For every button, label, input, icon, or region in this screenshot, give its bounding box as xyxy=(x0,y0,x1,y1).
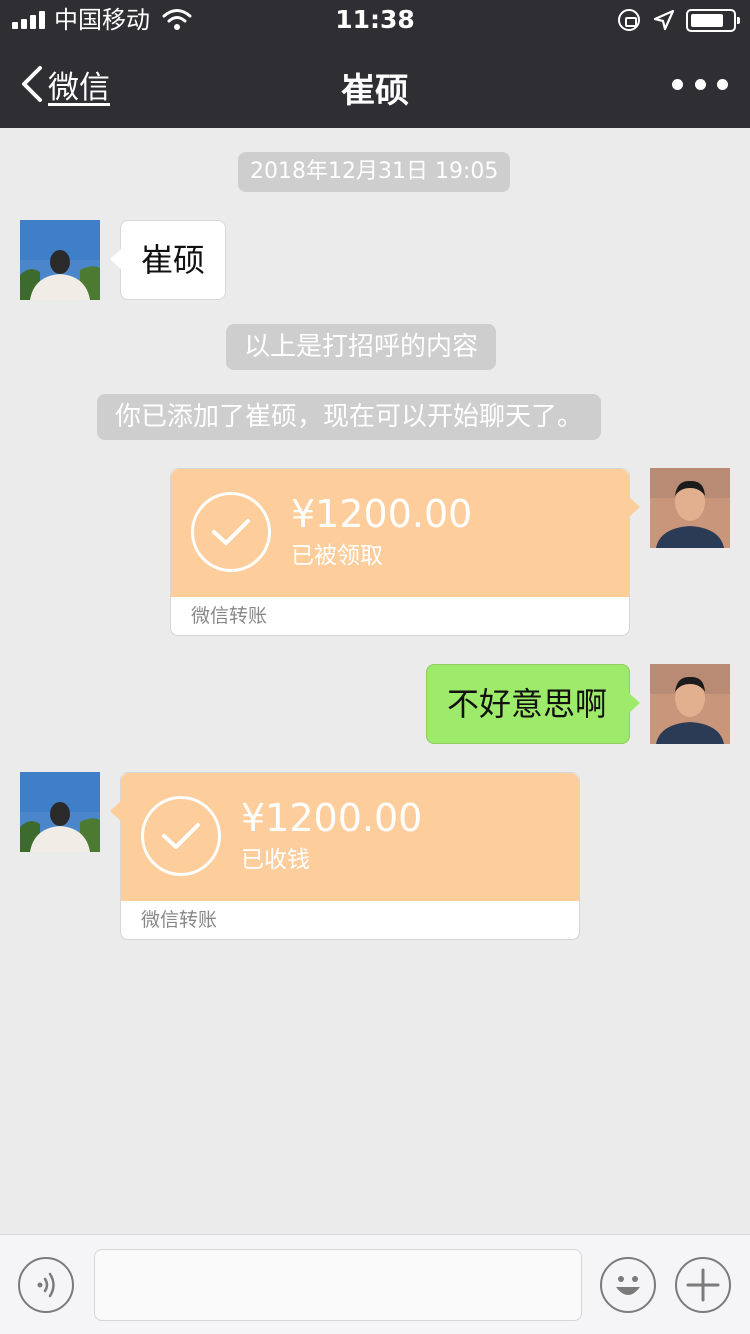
message-text: 崔硕 xyxy=(141,241,206,279)
avatar-me[interactable] xyxy=(650,468,730,548)
check-icon xyxy=(141,796,221,876)
message-input[interactable] xyxy=(94,1249,582,1321)
transfer-card[interactable]: ¥1200.00 已收钱 微信转账 xyxy=(110,772,580,940)
transfer-status: 已收钱 xyxy=(241,847,310,873)
emoji-icon xyxy=(616,1276,640,1295)
input-bar xyxy=(0,1234,750,1334)
check-icon xyxy=(191,492,271,572)
emoji-button[interactable] xyxy=(600,1257,656,1313)
timestamp: 2018年12月31日 19:05 xyxy=(238,152,511,192)
message-bubble[interactable]: 崔硕 xyxy=(109,220,227,300)
status-bar: 中国移动 11:38 xyxy=(0,0,750,40)
chat-title: 崔硕 xyxy=(341,71,409,111)
orientation-lock-icon xyxy=(618,9,640,31)
transfer-label: 微信转账 xyxy=(141,909,218,931)
location-icon xyxy=(653,9,675,31)
transfer-card[interactable]: ¥1200.00 已被领取 微信转账 xyxy=(170,468,640,636)
avatar-contact[interactable] xyxy=(20,772,100,852)
avatar-contact[interactable] xyxy=(20,220,100,300)
more-icon[interactable] xyxy=(672,72,728,96)
voice-icon xyxy=(37,1272,55,1298)
transfer-status: 已被领取 xyxy=(291,543,383,569)
transfer-amount: ¥1200.00 xyxy=(291,492,473,536)
avatar-me[interactable] xyxy=(650,664,730,744)
message-text: 不好意思啊 xyxy=(447,685,608,723)
transfer-amount: ¥1200.00 xyxy=(241,796,423,840)
top-bar: 中国移动 11:38 微信 崔硕 xyxy=(0,0,750,128)
voice-button[interactable] xyxy=(18,1257,74,1313)
message-bubble[interactable]: 不好意思啊 xyxy=(426,664,640,744)
battery-icon xyxy=(686,9,740,32)
plus-icon xyxy=(686,1268,720,1302)
transfer-label: 微信转账 xyxy=(191,605,268,627)
system-message: 你已添加了崔硕，现在可以开始聊天了。 xyxy=(97,394,602,440)
plus-button[interactable] xyxy=(675,1257,731,1313)
system-message: 以上是打招呼的内容 xyxy=(226,324,497,370)
